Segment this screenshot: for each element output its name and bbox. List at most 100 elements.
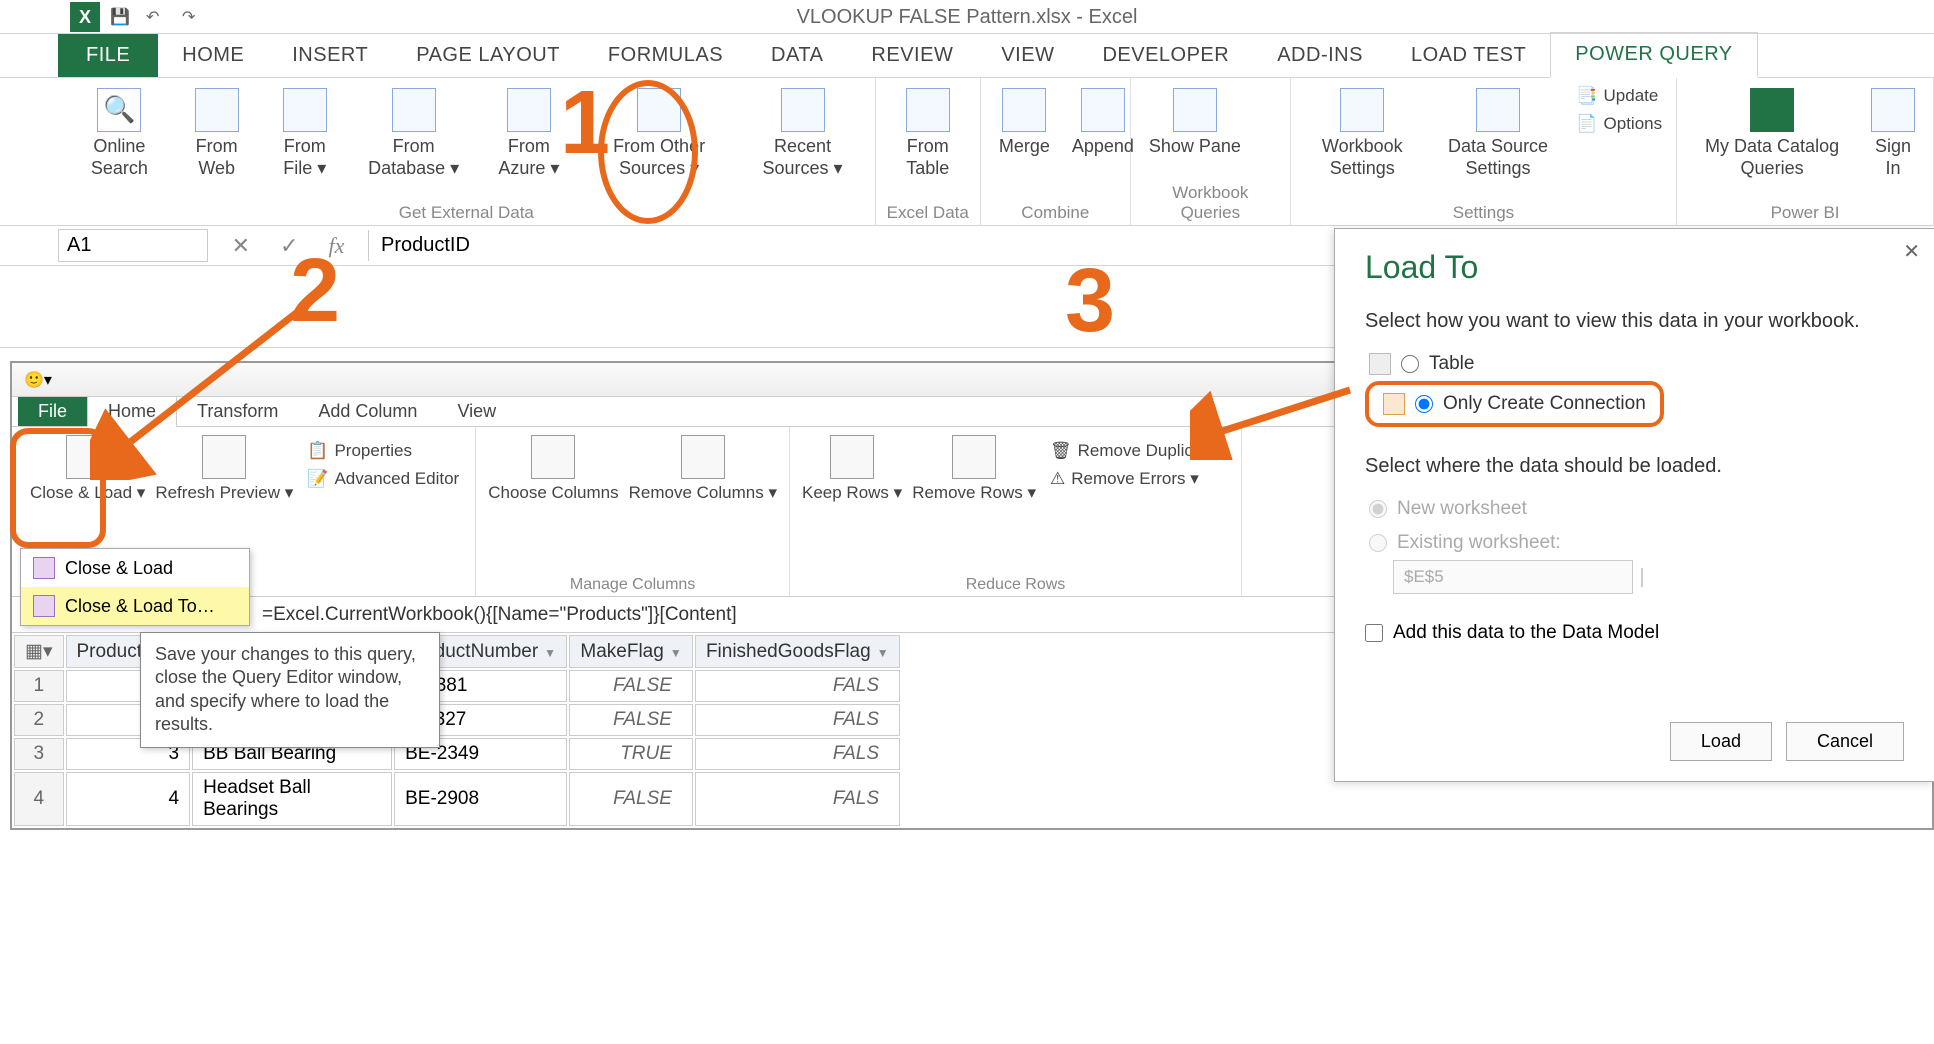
close-and-load-button[interactable]: Close & Load ▾: [30, 435, 145, 503]
remove-errors-button[interactable]: ⚠ Remove Errors ▾: [1046, 467, 1229, 491]
tab-home[interactable]: HOME: [158, 34, 268, 77]
close-and-load-to-item[interactable]: Close & Load To…: [21, 587, 249, 625]
redo-icon[interactable]: ↷: [182, 7, 202, 27]
catalog-icon: [1750, 88, 1794, 132]
label: New worksheet: [1397, 498, 1527, 520]
undo-icon[interactable]: ↶: [146, 7, 166, 27]
qe-smiley-icon[interactable]: 🙂▾: [24, 370, 52, 390]
label: Existing worksheet:: [1397, 532, 1561, 554]
add-to-data-model[interactable]: Add this data to the Data Model: [1365, 622, 1904, 644]
group-label-combine: Combine: [991, 199, 1120, 223]
close-load-icon: [33, 557, 55, 579]
label: Workbook Settings: [1309, 136, 1416, 179]
qe-tab-transform[interactable]: Transform: [177, 397, 298, 426]
qe-group-reduce-rows: Reduce Rows: [802, 576, 1229, 594]
options-button[interactable]: 📄 Options: [1572, 112, 1666, 136]
cell: FALS: [695, 772, 900, 826]
label: Remove Columns ▾: [629, 483, 777, 503]
cell: Headset Ball Bearings: [192, 772, 392, 826]
qe-tab-view[interactable]: View: [437, 397, 516, 426]
col-finishedgoods[interactable]: FinishedGoodsFlag▼: [695, 635, 900, 668]
tab-review[interactable]: REVIEW: [847, 34, 977, 77]
fx-icon[interactable]: fx: [328, 233, 344, 259]
save-icon[interactable]: 💾: [110, 7, 130, 27]
online-search-button[interactable]: Online Search: [68, 84, 171, 183]
table-icon: [906, 88, 950, 132]
update-button[interactable]: 📑 Update: [1572, 84, 1666, 108]
workbook-settings-button[interactable]: Workbook Settings: [1301, 84, 1424, 183]
keep-rows-button[interactable]: Keep Rows ▾: [802, 435, 902, 503]
tab-insert[interactable]: INSERT: [268, 34, 392, 77]
show-pane-button[interactable]: Show Pane: [1141, 84, 1249, 162]
label: Table: [1429, 353, 1474, 375]
azure-icon: [507, 88, 551, 132]
tab-data[interactable]: DATA: [747, 34, 847, 77]
choose-cols-icon: [531, 435, 575, 479]
from-file-button[interactable]: From File ▾: [263, 84, 348, 183]
from-other-sources-button[interactable]: From Other Sources ▾: [584, 84, 735, 183]
tab-page-layout[interactable]: PAGE LAYOUT: [392, 34, 584, 77]
cell: BE-2908: [394, 772, 567, 826]
from-web-button[interactable]: From Web: [177, 84, 257, 183]
refresh-preview-button[interactable]: Refresh Preview ▾: [155, 435, 293, 503]
load-button[interactable]: Load: [1670, 722, 1772, 761]
label: Choose Columns: [488, 483, 618, 503]
merge-button[interactable]: Merge: [991, 84, 1058, 162]
remove-rows-button[interactable]: Remove Rows ▾: [912, 435, 1036, 503]
from-database-button[interactable]: From Database ▾: [353, 84, 474, 183]
properties-button[interactable]: 📋 Properties: [303, 439, 463, 463]
qe-tab-file[interactable]: File: [18, 397, 87, 426]
cancel-button[interactable]: Cancel: [1786, 722, 1904, 761]
label: Merge: [999, 136, 1050, 158]
cell: FALS: [695, 738, 900, 770]
name-box[interactable]: [58, 229, 208, 262]
remove-rows-icon: [952, 435, 996, 479]
tab-power-query[interactable]: POWER QUERY: [1550, 32, 1757, 78]
excel-logo-icon: X: [70, 2, 100, 32]
group-label-settings: Settings: [1301, 199, 1666, 223]
radio-table[interactable]: Table: [1365, 347, 1904, 381]
qe-formula-text: Excel.CurrentWorkbook(){[Name="Products"…: [273, 604, 737, 626]
remove-duplicates-button[interactable]: 🗑 Remove Duplicates: [1046, 439, 1229, 463]
label: Add this data to the Data Model: [1393, 622, 1659, 644]
data-source-settings-button[interactable]: Data Source Settings: [1430, 84, 1567, 183]
close-icon[interactable]: ✕: [1903, 239, 1920, 264]
from-table-button[interactable]: From Table: [886, 84, 970, 183]
radio-connection-input[interactable]: [1415, 395, 1433, 413]
rownum: 3: [14, 738, 64, 770]
data-model-checkbox[interactable]: [1365, 624, 1383, 642]
remove-columns-button[interactable]: Remove Columns ▾: [629, 435, 777, 503]
filter-icon[interactable]: ▼: [670, 646, 682, 660]
row-header-icon[interactable]: ▦▾: [14, 635, 64, 668]
tab-formulas[interactable]: FORMULAS: [584, 34, 747, 77]
tab-developer[interactable]: DEVELOPER: [1078, 34, 1253, 77]
radio-only-connection[interactable]: Only Create Connection: [1379, 387, 1650, 421]
from-azure-button[interactable]: From Azure ▾: [480, 84, 577, 183]
group-label-excel-data: Excel Data: [886, 199, 970, 223]
cell: FALSE: [569, 704, 693, 736]
choose-columns-button[interactable]: Choose Columns: [488, 435, 618, 503]
table-row[interactable]: 44Headset Ball BearingsBE-2908FALSEFALS: [14, 772, 900, 826]
load-to-panel: ✕ Load To Select how you want to view th…: [1334, 228, 1934, 782]
radio-table-input[interactable]: [1401, 355, 1419, 373]
my-data-catalog-button[interactable]: My Data Catalog Queries: [1687, 84, 1857, 183]
filter-icon[interactable]: ▼: [544, 646, 556, 660]
tab-view[interactable]: VIEW: [977, 34, 1078, 77]
enter-formula-icon[interactable]: ✓: [280, 233, 298, 259]
recent-sources-button[interactable]: Recent Sources ▾: [740, 84, 864, 183]
sign-in-button[interactable]: Sign In: [1863, 84, 1923, 183]
cancel-formula-icon[interactable]: ✕: [232, 233, 250, 259]
qe-tab-home[interactable]: Home: [87, 396, 177, 427]
tab-file[interactable]: FILE: [58, 34, 158, 77]
merge-icon: [1002, 88, 1046, 132]
close-and-load-item[interactable]: Close & Load: [21, 549, 249, 587]
filter-icon[interactable]: ▼: [877, 646, 889, 660]
group-label-wb-queries: Workbook Queries: [1141, 179, 1280, 223]
tab-addins[interactable]: ADD-INS: [1253, 34, 1387, 77]
cell: FALS: [695, 704, 900, 736]
qe-tab-add-column[interactable]: Add Column: [298, 397, 437, 426]
web-icon: [195, 88, 239, 132]
tab-load-test[interactable]: LOAD TEST: [1387, 34, 1550, 77]
col-makeflag[interactable]: MakeFlag▼: [569, 635, 693, 668]
advanced-editor-button[interactable]: 📝 Advanced Editor: [303, 467, 463, 491]
